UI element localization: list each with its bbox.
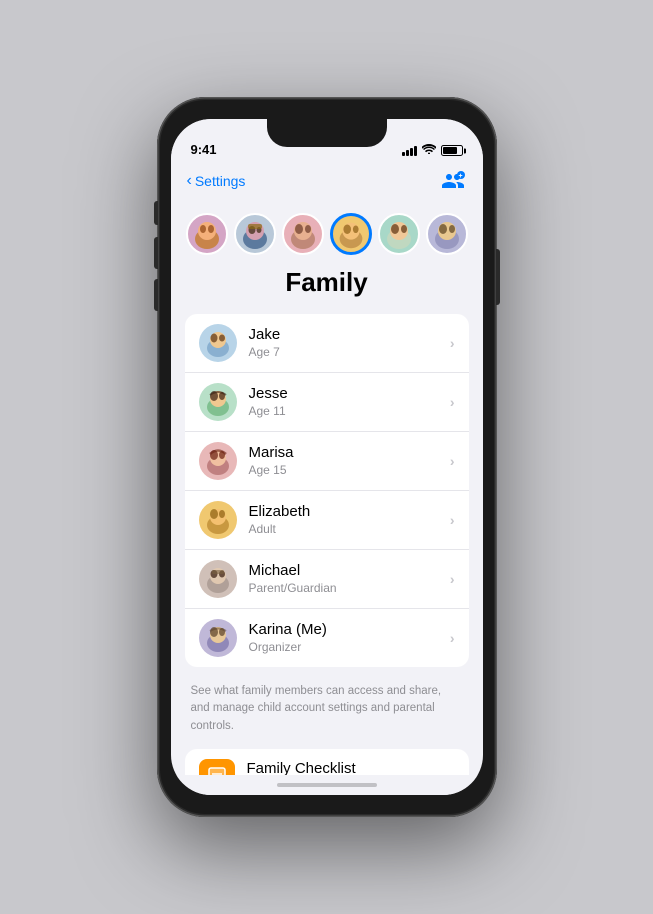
battery-icon: [441, 145, 463, 156]
list-item-michael[interactable]: Michael Parent/Guardian ›: [185, 550, 469, 609]
family-checklist-item[interactable]: Family Checklist All set ›: [185, 749, 469, 775]
notch: [267, 119, 387, 147]
avatar-jesse: [199, 383, 237, 421]
jesse-sub: Age 11: [249, 404, 450, 420]
status-time: 9:41: [191, 142, 217, 157]
signal-icon: [402, 146, 417, 156]
page-title: Family: [171, 267, 483, 298]
chevron-icon: ›: [450, 453, 455, 469]
avatar-3: [330, 213, 372, 255]
jake-sub: Age 7: [249, 345, 450, 361]
avatar-karina: [199, 619, 237, 657]
karina-text: Karina (Me) Organizer: [249, 620, 450, 655]
michael-name: Michael: [249, 561, 450, 581]
chevron-icon: ›: [450, 335, 455, 351]
elizabeth-text: Elizabeth Adult: [249, 502, 450, 537]
volume-up-button: [154, 237, 158, 269]
volume-down-button: [154, 279, 158, 311]
jake-name: Jake: [249, 325, 450, 345]
marisa-sub: Age 15: [249, 463, 450, 479]
chevron-icon: ›: [450, 769, 455, 775]
add-family-button[interactable]: +: [439, 167, 467, 195]
back-chevron-icon: ‹: [187, 172, 192, 190]
list-item-karina[interactable]: Karina (Me) Organizer ›: [185, 609, 469, 667]
list-item-elizabeth[interactable]: Elizabeth Adult ›: [185, 491, 469, 550]
avatar-4: [378, 213, 420, 255]
checklist-text: Family Checklist All set: [247, 759, 450, 775]
elizabeth-sub: Adult: [249, 522, 450, 538]
michael-text: Michael Parent/Guardian: [249, 561, 450, 596]
back-button[interactable]: ‹ Settings: [187, 173, 246, 190]
chevron-icon: ›: [450, 394, 455, 410]
family-checklist-card: Family Checklist All set ›: [185, 749, 469, 775]
list-item-jake[interactable]: Jake Age 7 ›: [185, 314, 469, 373]
jesse-text: Jesse Age 11: [249, 384, 450, 419]
michael-sub: Parent/Guardian: [249, 581, 450, 597]
chevron-icon: ›: [450, 630, 455, 646]
avatar-5: [426, 213, 468, 255]
chevron-icon: ›: [450, 512, 455, 528]
elizabeth-name: Elizabeth: [249, 502, 450, 522]
avatar-jake: [199, 324, 237, 362]
avatar-row: [171, 203, 483, 267]
checklist-name: Family Checklist: [247, 759, 450, 775]
list-item-marisa[interactable]: Marisa Age 15 ›: [185, 432, 469, 491]
jesse-name: Jesse: [249, 384, 450, 404]
avatar-0: [186, 213, 228, 255]
mute-button: [154, 201, 158, 225]
power-button: [496, 249, 500, 305]
avatar-1: [234, 213, 276, 255]
phone-frame: 9:41 ‹: [157, 97, 497, 817]
nav-bar: ‹ Settings +: [171, 163, 483, 203]
karina-sub: Organizer: [249, 640, 450, 656]
wifi-icon: [422, 144, 436, 157]
chevron-icon: ›: [450, 571, 455, 587]
family-members-list: Jake Age 7 ›: [185, 314, 469, 667]
marisa-text: Marisa Age 15: [249, 443, 450, 478]
avatar-2: [282, 213, 324, 255]
home-bar: [277, 783, 377, 787]
description-text: See what family members can access and s…: [171, 675, 483, 749]
svg-text:+: +: [458, 173, 462, 180]
checklist-icon: [199, 759, 235, 775]
marisa-name: Marisa: [249, 443, 450, 463]
list-item-jesse[interactable]: Jesse Age 11 ›: [185, 373, 469, 432]
home-indicator: [171, 775, 483, 795]
back-label: Settings: [195, 173, 246, 189]
karina-name: Karina (Me): [249, 620, 450, 640]
phone-screen: 9:41 ‹: [171, 119, 483, 795]
jake-text: Jake Age 7: [249, 325, 450, 360]
avatar-michael: [199, 560, 237, 598]
avatar-elizabeth: [199, 501, 237, 539]
scroll-content[interactable]: Family Jake Age 7: [171, 203, 483, 775]
avatar-marisa: [199, 442, 237, 480]
status-icons: [402, 144, 463, 157]
